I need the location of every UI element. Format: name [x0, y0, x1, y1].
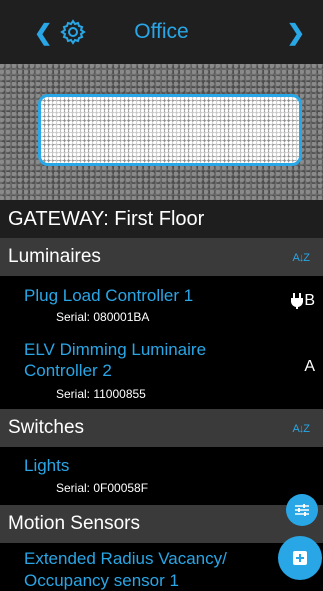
filter-button[interactable]	[286, 494, 318, 526]
load-badge: B	[304, 292, 315, 309]
device-name-line1[interactable]: ELV Dimming Luminaire	[24, 339, 206, 360]
device-name[interactable]: Plug Load Controller 1	[24, 285, 193, 306]
section-motion-sensors: Motion Sensors	[0, 505, 323, 543]
chevron-right-icon[interactable]: ❯	[287, 20, 305, 46]
section-label: Switches	[8, 417, 85, 438]
gateway-label: GATEWAY: First Floor	[8, 208, 205, 230]
device-name-line2[interactable]: Occupancy sensor 1	[24, 570, 179, 591]
sort-az-icon[interactable]: A↓Z	[292, 423, 310, 435]
section-label: Motion Sensors	[8, 513, 141, 534]
gateway-image[interactable]	[38, 94, 302, 166]
section-label: Luminaires	[8, 246, 101, 267]
section-luminaires: Luminaires A↓Z	[0, 238, 323, 276]
sliders-icon	[295, 504, 309, 516]
device-name[interactable]: Lights	[24, 455, 69, 476]
plug-icon	[291, 293, 303, 309]
device-serial: Serial: 11000855	[56, 387, 146, 401]
page-title: Office	[134, 20, 189, 43]
gateway-bar: GATEWAY: First Floor	[0, 200, 323, 238]
device-serial: Serial: 080001BA	[56, 310, 150, 324]
add-device-button[interactable]	[278, 536, 322, 580]
section-switches: Switches A↓Z	[0, 409, 323, 447]
device-serial: Serial: 0F00058F	[56, 481, 149, 495]
device-name-line1[interactable]: Extended Radius Vacancy/	[24, 548, 227, 569]
device-name-line2[interactable]: Controller 2	[24, 360, 112, 381]
load-badge: A	[304, 358, 315, 375]
add-icon	[293, 551, 307, 565]
top-bar: ❮ Office ❯	[0, 0, 323, 64]
sort-az-icon[interactable]: A↓Z	[292, 252, 310, 264]
